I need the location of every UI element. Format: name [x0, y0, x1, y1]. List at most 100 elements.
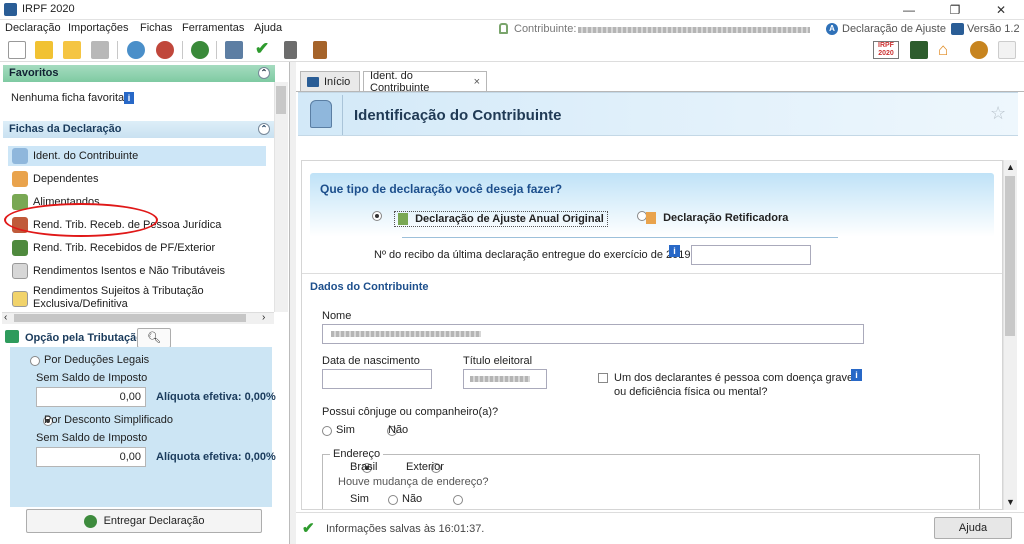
menu-bar: Declaração Importações Fichas Ferramenta…: [0, 20, 1024, 38]
calculator-icon[interactable]: [284, 41, 297, 59]
conjuge-sim-radio[interactable]: [322, 426, 332, 436]
nascimento-label: Data de nascimento: [322, 355, 420, 367]
globe-import-icon[interactable]: [127, 41, 145, 59]
contribuinte-redacted: [578, 27, 810, 33]
scrollbar-thumb[interactable]: [276, 86, 286, 114]
mudanca-sim-label: Sim: [350, 493, 369, 505]
dados-section-title: Dados do Contribuinte: [310, 281, 429, 293]
deducoes-sub: Sem Saldo de Imposto: [36, 372, 148, 384]
declaration-type-section: Que tipo de declaração você deseja fazer…: [310, 173, 994, 237]
tab-ident-contribuinte[interactable]: Ident. do Contribuinte ×: [363, 70, 487, 94]
recibo-input[interactable]: [691, 245, 811, 265]
ficha-ident-contribuinte[interactable]: Ident. do Contribuinte: [12, 146, 138, 166]
transmit-icon[interactable]: [191, 41, 209, 59]
simplificado-value: 0,00: [36, 447, 146, 467]
nome-redacted: [331, 331, 481, 337]
menu-declaracao[interactable]: Declaração: [5, 22, 61, 34]
monitor-icon[interactable]: [910, 41, 928, 59]
ficha-dependentes[interactable]: Dependentes: [12, 169, 98, 189]
titulo-input[interactable]: [463, 369, 547, 389]
globe-export-icon[interactable]: [156, 41, 174, 59]
info-icon[interactable]: i: [124, 92, 134, 104]
income-pf-icon: [12, 240, 28, 256]
menu-ajuda[interactable]: Ajuda: [254, 22, 282, 34]
status-text: Informações salvas às 16:01:37.: [326, 523, 485, 535]
original-option[interactable]: Declaração de Ajuste Anual Original: [394, 211, 608, 228]
help-button[interactable]: Ajuda: [934, 517, 1012, 539]
ficha-rend-exclusiva[interactable]: Rendimentos Sujeitos à Tributação Exclus…: [12, 285, 204, 313]
brasil-label: Brasil: [350, 461, 378, 473]
original-label: Declaração de Ajuste Anual Original: [415, 213, 604, 225]
close-button[interactable]: ✕: [978, 0, 1024, 20]
hscroll-right-arrow[interactable]: ›: [262, 312, 265, 323]
minimize-button[interactable]: —: [886, 0, 932, 20]
hscroll-left-arrow[interactable]: ‹: [4, 312, 7, 323]
irpf-logo-icon[interactable]: IRPF 2020: [873, 41, 899, 59]
dados-separator: [302, 273, 1002, 274]
mudanca-nao-label: Não: [402, 493, 423, 505]
recibo-info-icon[interactable]: i: [669, 245, 680, 257]
entregar-declaracao-button[interactable]: Entregar Declaração: [26, 509, 262, 533]
deducoes-radio[interactable]: [30, 356, 40, 366]
declaration-type: Declaração de Ajuste: [842, 23, 946, 35]
warning-doc-icon: [12, 291, 28, 307]
page-header: Identificação do Contribuinte ☆: [298, 92, 1018, 136]
deducoes-label: Por Deduções Legais: [44, 354, 150, 366]
tributacao-label: Opção pela Tributação:: [25, 332, 147, 344]
fichas-header[interactable]: Fichas da Declaração ⌃: [3, 121, 275, 138]
form-scroll-down-arrow[interactable]: ▼: [1006, 497, 1015, 507]
ficha-rend-isentos[interactable]: Rendimentos Isentos e Não Tributáveis: [12, 261, 225, 281]
new-file-icon[interactable]: [8, 41, 26, 59]
original-radio[interactable]: [372, 211, 382, 221]
declaration-type-icon: A: [826, 23, 838, 35]
form-scroll-thumb[interactable]: [1005, 176, 1015, 336]
collapse-icon[interactable]: ⌃: [258, 123, 270, 135]
close-tab-icon[interactable]: ×: [474, 76, 480, 88]
ficha-label: Ident. do Contribuinte: [33, 150, 139, 162]
retificadora-option[interactable]: Declaração Retificadora: [646, 212, 788, 225]
doenca-checkbox[interactable]: [598, 373, 608, 383]
doenca-label-2: ou deficiência física ou mental?: [614, 386, 768, 398]
tab-inicio[interactable]: Início: [300, 71, 360, 91]
fichas-scrollbar[interactable]: [274, 82, 288, 312]
header-divider: [342, 95, 343, 135]
lion-icon[interactable]: [970, 41, 988, 59]
maximize-button[interactable]: ❐: [932, 0, 978, 20]
trash-icon[interactable]: [91, 41, 109, 59]
collapse-icon[interactable]: ⌃: [258, 67, 270, 79]
menu-fichas[interactable]: Fichas: [140, 22, 172, 34]
search-tributacao-button[interactable]: 🔍︎: [137, 328, 171, 348]
home-tab-icon: [307, 76, 319, 87]
left-panel: Favoritos ⌃ Nenhuma ficha favorita i Fic…: [0, 62, 290, 544]
titulo-redacted: [470, 376, 530, 382]
nome-input[interactable]: [322, 324, 864, 344]
menu-importacoes[interactable]: Importações: [68, 22, 129, 34]
form-scroll-up-arrow[interactable]: ▲: [1006, 162, 1015, 172]
nascimento-input[interactable]: [322, 369, 432, 389]
check-icon[interactable]: ✔: [255, 39, 269, 59]
receita-icon[interactable]: [998, 41, 1016, 59]
book-icon[interactable]: [313, 41, 327, 59]
retificadora-doc-icon: [646, 212, 656, 225]
version-icon: [951, 23, 964, 35]
favorite-star-icon[interactable]: ☆: [990, 103, 1006, 124]
home-icon[interactable]: ⌂: [938, 40, 948, 60]
favorites-header[interactable]: Favoritos ⌃: [3, 65, 275, 82]
favorites-title: Favoritos: [9, 67, 59, 79]
tributacao-icon: [5, 330, 19, 343]
deducoes-aliquota: Alíquota efetiva: 0,00%: [156, 391, 276, 403]
doenca-label-1: Um dos declarantes é pessoa com doença g…: [614, 372, 854, 384]
conjuge-label: Possui cônjuge ou companheiro(a)?: [322, 406, 499, 418]
print-icon[interactable]: [225, 41, 243, 59]
status-bar: ✔ Informações salvas às 16:01:37. Ajuda: [296, 512, 1024, 544]
doenca-info-icon[interactable]: i: [851, 369, 862, 381]
favorites-empty-text: Nenhuma ficha favorita: [11, 92, 125, 104]
person-large-icon: [310, 100, 332, 128]
lock-icon: [499, 23, 508, 34]
ficha-rend-pf[interactable]: Rend. Trib. Recebidos de PF/Exterior: [12, 238, 215, 258]
hscroll-thumb[interactable]: [14, 314, 246, 322]
folder-icon[interactable]: [63, 41, 81, 59]
menu-ferramentas[interactable]: Ferramentas: [182, 22, 244, 34]
simplificado-label: Por Desconto Simplificado: [44, 414, 174, 426]
open-file-icon[interactable]: [35, 41, 53, 59]
